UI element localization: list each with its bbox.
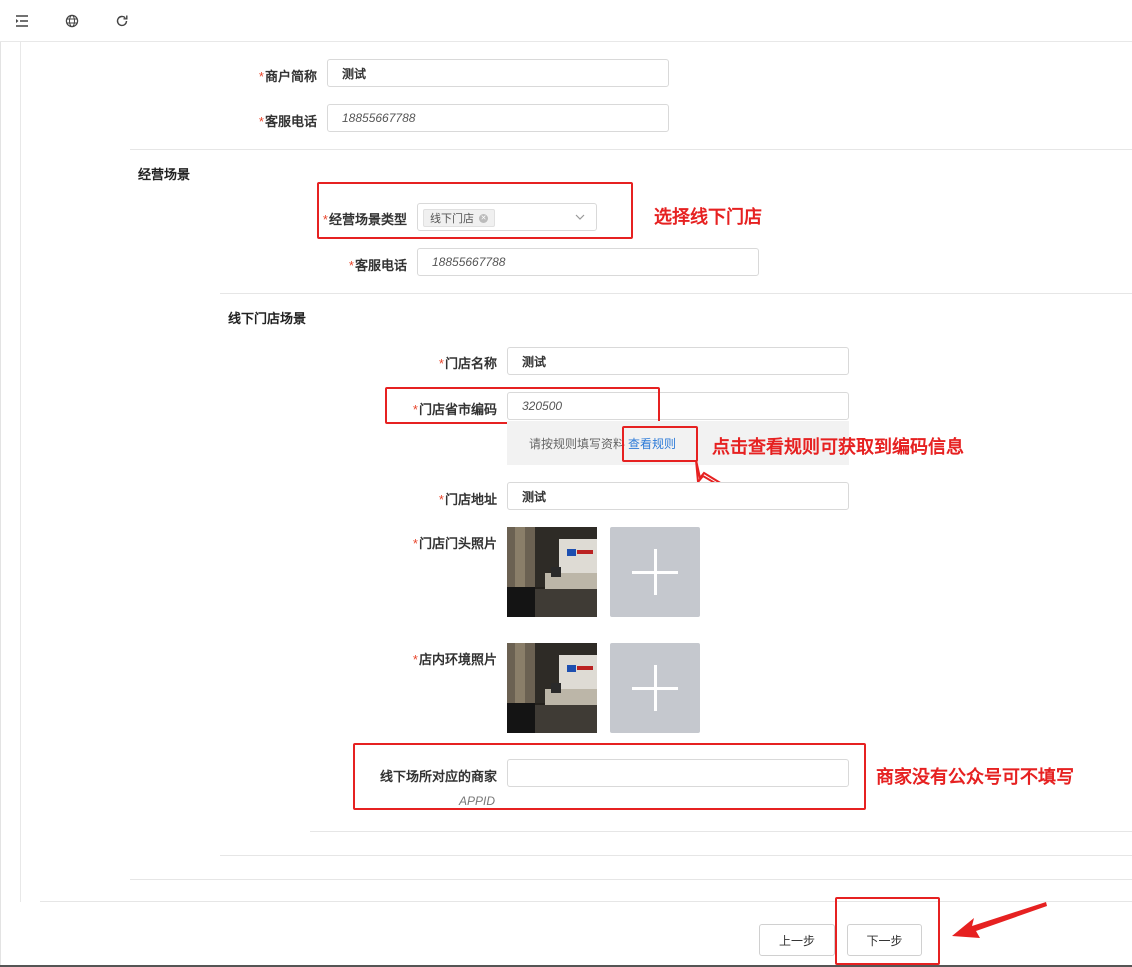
front-photo-thumbnail[interactable] <box>507 527 597 617</box>
front-photo-label: *门店门头照片 <box>412 536 497 551</box>
service-phone-label: *客服电话 <box>258 114 317 129</box>
scene-section-title: 经营场景 <box>138 167 191 182</box>
env-photo-upload-button[interactable] <box>610 643 700 733</box>
divider <box>220 293 1132 294</box>
store-section-title: 线下门店场景 <box>228 311 307 326</box>
annotation-box-store-code <box>385 387 660 424</box>
store-address-input[interactable]: 测试 <box>507 482 849 510</box>
divider <box>130 149 1132 150</box>
divider <box>220 855 1132 856</box>
content-border <box>20 42 21 902</box>
prev-step-button[interactable]: 上一步 <box>759 924 835 956</box>
annotation-arrow-icon <box>952 902 1047 938</box>
store-name-label: *门店名称 <box>438 356 497 371</box>
annotation-select-store: 选择线下门店 <box>654 207 762 227</box>
annotation-no-official: 商家没有公众号可不填写 <box>876 767 1074 787</box>
annotation-box-view-rules <box>622 426 698 462</box>
short-name-label: *商户简称 <box>258 69 317 84</box>
annotation-view-rules: 点击查看规则可获取到编码信息 <box>712 437 964 457</box>
scene-phone-label: *客服电话 <box>348 258 407 273</box>
divider <box>310 831 1132 832</box>
store-name-input[interactable]: 测试 <box>507 347 849 375</box>
store-address-label: *门店地址 <box>438 492 497 507</box>
service-phone-input[interactable]: 18855667788 <box>327 104 669 132</box>
globe-icon[interactable] <box>63 12 81 30</box>
env-photo-label: *店内环境照片 <box>412 652 497 667</box>
front-photo-upload-button[interactable] <box>610 527 700 617</box>
rule-hint-text: 请按规则填写资料 <box>529 436 626 451</box>
short-name-input[interactable]: 测试 <box>327 59 669 87</box>
refresh-icon[interactable] <box>113 12 131 30</box>
top-toolbar <box>0 0 1132 42</box>
env-photo-thumbnail[interactable] <box>507 643 597 733</box>
annotation-box-scene-type <box>317 182 633 239</box>
annotation-box-appid <box>353 743 866 810</box>
divider <box>130 879 1132 880</box>
scene-phone-input[interactable]: 18855667788 <box>417 248 759 276</box>
left-border <box>0 42 1 967</box>
annotation-box-next <box>835 897 940 965</box>
menu-fold-icon[interactable] <box>13 12 31 30</box>
